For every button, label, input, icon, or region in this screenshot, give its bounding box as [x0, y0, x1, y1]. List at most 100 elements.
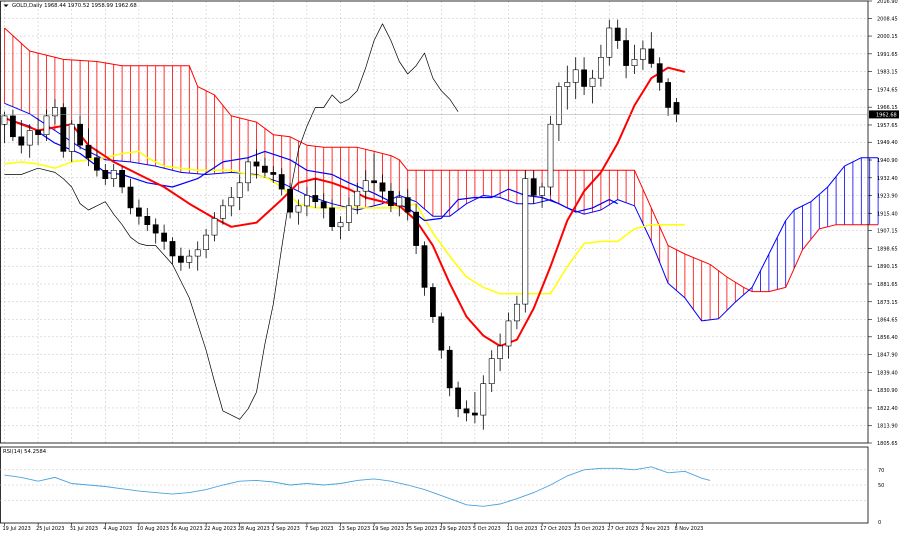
price-tick-label: 1898.65 — [877, 246, 898, 252]
price-tick-label: 1966.15 — [877, 105, 898, 111]
bear-candle — [102, 170, 109, 180]
bull-candle — [194, 249, 201, 257]
bear-candle — [94, 157, 100, 171]
date-tick-label: 17 Oct 2023 — [540, 526, 571, 532]
date-tick-label: 22 Aug 2023 — [204, 526, 236, 532]
bear-candle — [127, 186, 134, 209]
price-tick-label: 1839.40 — [877, 370, 898, 376]
bear-candle — [665, 82, 671, 108]
bull-candle — [606, 27, 613, 58]
price-tick-label: 1856.40 — [877, 335, 898, 341]
date-tick-label: 29 Sep 2023 — [439, 526, 471, 532]
bear-candle — [18, 136, 25, 146]
bull-candle — [362, 180, 369, 192]
price-tick-label: 1932.40 — [877, 176, 898, 182]
date-tick-label: 31 Jul 2023 — [70, 526, 98, 532]
price-tick-label: 2000.15 — [877, 34, 898, 40]
price-tick-label: 1974.65 — [877, 87, 898, 93]
bear-candle — [144, 216, 151, 226]
bear-candle — [581, 69, 587, 87]
bull-candle — [1, 115, 8, 125]
bull-candle — [337, 222, 344, 228]
bear-candle — [169, 241, 176, 257]
date-tick-label: 25 Jul 2023 — [36, 526, 64, 532]
bull-candle — [26, 130, 33, 146]
price-tick-label: 2016.90 — [877, 0, 898, 5]
bear-candle — [614, 27, 621, 41]
price-tick-label: 1949.40 — [877, 140, 898, 146]
price-tick-label: 1983.15 — [877, 70, 898, 76]
date-tick-label: 25 Sep 2023 — [406, 526, 438, 532]
bull-candle — [43, 115, 50, 136]
bull-candle — [303, 195, 310, 207]
bear-candle — [413, 211, 419, 246]
bear-candle — [136, 207, 142, 217]
bull-candle — [110, 170, 117, 180]
price-tick-label: 1847.90 — [877, 353, 898, 359]
date-tick-label: 11 Oct 2023 — [507, 526, 538, 532]
bull-candle — [220, 205, 226, 219]
bear-candle — [312, 195, 319, 202]
bull-candle — [354, 190, 361, 207]
bear-candle — [77, 123, 83, 146]
bull-candle — [236, 182, 243, 198]
price-tick-label: 2008.45 — [877, 17, 898, 23]
bear-candle — [379, 182, 386, 192]
date-tick-label: 19 Sep 2023 — [372, 526, 404, 532]
price-tick-label: 1923.90 — [877, 194, 898, 200]
bull-candle — [513, 303, 520, 322]
bull-candle — [245, 161, 251, 184]
bear-candle — [530, 178, 537, 196]
bear-candle — [161, 232, 167, 242]
bull-candle — [480, 383, 487, 416]
bear-candle — [35, 130, 41, 135]
bull-candle — [522, 178, 529, 305]
last-price-label: 1962.68 — [876, 112, 897, 118]
date-tick-label: 1 Sep 2023 — [271, 526, 300, 532]
date-tick-label: 27 Oct 2023 — [607, 526, 638, 532]
bear-candle — [329, 207, 335, 227]
bear-candle — [85, 144, 92, 159]
rsi-axis-label: 0 — [878, 520, 881, 526]
price-tick-label: 1991.65 — [877, 52, 898, 58]
price-tick-label: 1907.15 — [877, 229, 898, 235]
bull-candle — [345, 205, 352, 223]
price-tick-label: 1873.15 — [877, 300, 898, 306]
bull-candle — [564, 82, 571, 87]
bear-candle — [387, 190, 394, 207]
bear-candle — [10, 115, 16, 138]
bull-candle — [589, 77, 596, 87]
bear-candle — [371, 180, 377, 184]
bull-candle — [228, 197, 235, 207]
bear-candle — [287, 188, 293, 213]
bull-candle — [597, 56, 604, 79]
date-tick-label: 8 Nov 2023 — [675, 526, 704, 532]
date-tick-label: 13 Sep 2023 — [339, 526, 371, 532]
date-tick-label: 5 Oct 2023 — [473, 526, 501, 532]
bear-candle — [320, 201, 327, 209]
bull-candle — [497, 345, 503, 359]
bull-candle — [547, 123, 554, 188]
bull-candle — [203, 234, 209, 251]
date-tick-label: 7 Sep 2023 — [305, 526, 334, 532]
bear-candle — [471, 412, 478, 416]
bear-candle — [656, 63, 663, 83]
bull-candle — [186, 255, 193, 263]
date-tick-label: 23 Oct 2023 — [574, 526, 605, 532]
bear-candle — [253, 161, 260, 167]
bull-candle — [539, 186, 545, 196]
bear-candle — [119, 170, 125, 188]
bear-candle — [623, 40, 629, 66]
bull-candle — [572, 69, 579, 83]
bear-candle — [429, 287, 436, 317]
bull-candle — [639, 48, 646, 60]
bear-candle — [463, 408, 470, 414]
rsi-axis-label: 50 — [878, 483, 884, 489]
symbol-info: GOLD,Daily 1968.44 1970.52 1958.99 1962.… — [12, 3, 137, 9]
bear-candle — [278, 174, 285, 190]
price-tick-label: 1915.40 — [877, 211, 898, 217]
date-tick-label: 10 Aug 2023 — [137, 526, 169, 532]
price-tick-label: 1890.15 — [877, 264, 898, 270]
bear-candle — [404, 197, 411, 213]
rsi-info: RSI(14) 54.2584 — [3, 449, 47, 455]
